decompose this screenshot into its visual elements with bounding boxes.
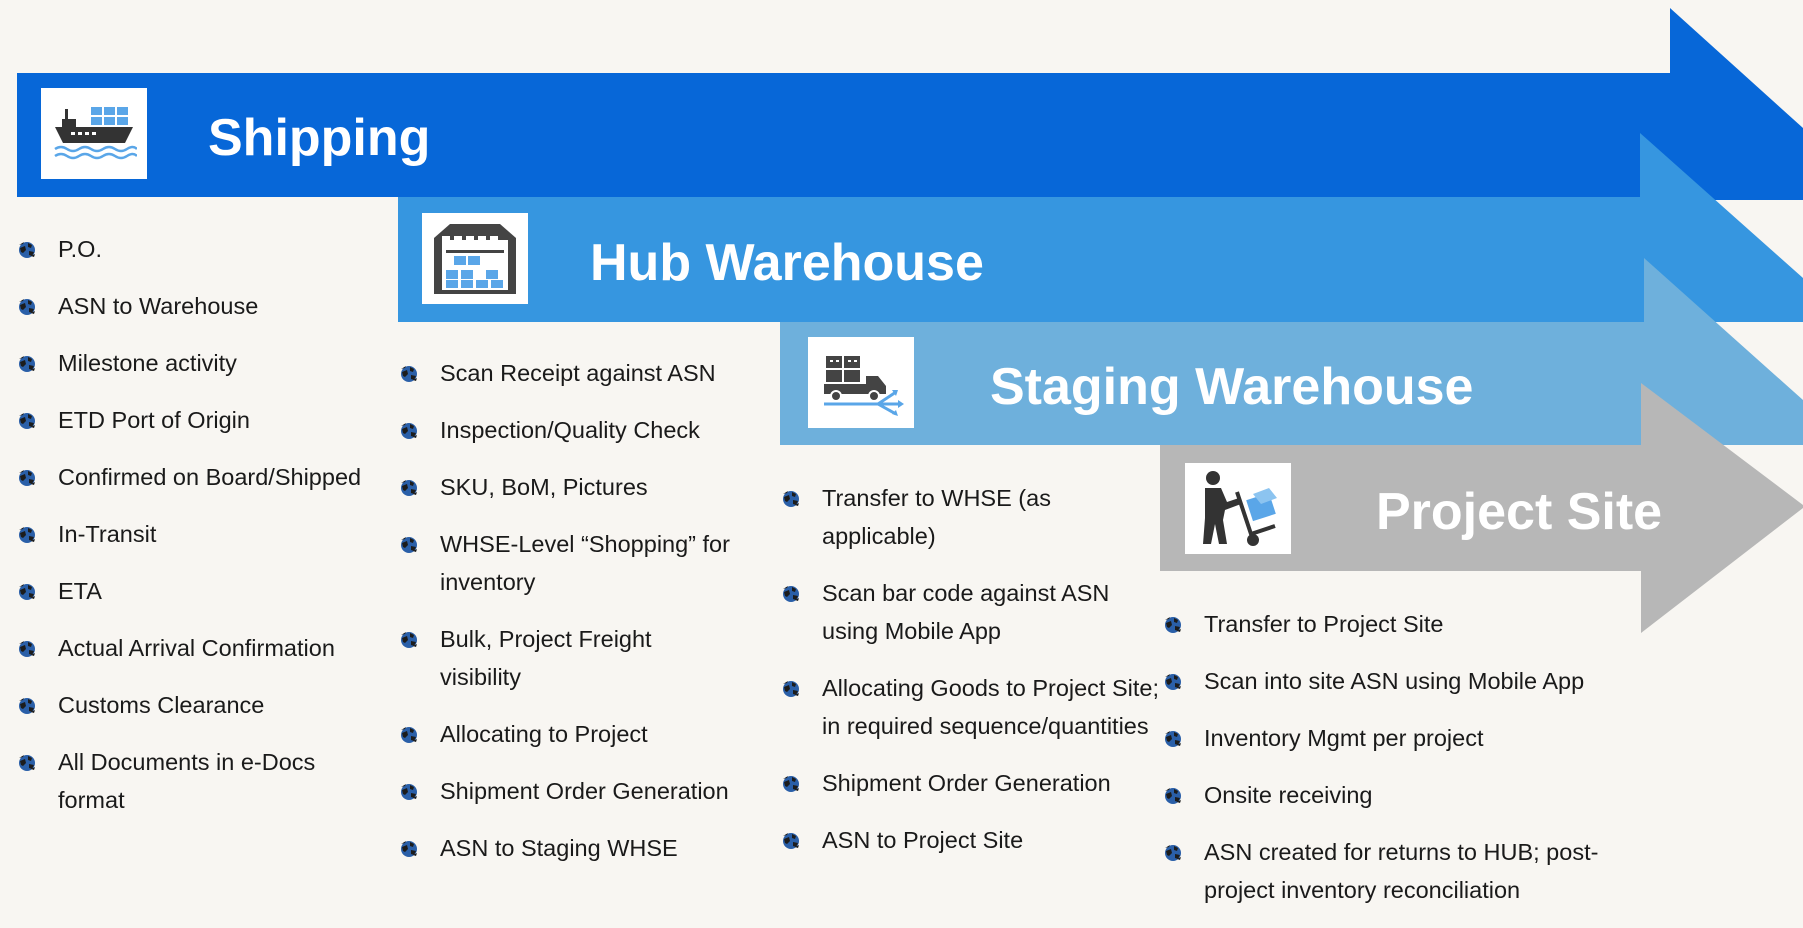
- globe-bullet-icon: [401, 784, 417, 800]
- globe-bullet-icon: [401, 366, 417, 382]
- list-item: Transfer to WHSE (as applicable): [781, 479, 1122, 555]
- hub-warehouse-list: Scan Receipt against ASN Inspection/Qual…: [399, 354, 771, 886]
- list-item: ETD Port of Origin: [17, 401, 387, 439]
- globe-bullet-icon: [19, 584, 35, 600]
- list-item: Shipment Order Generation: [399, 772, 771, 810]
- globe-bullet-icon: [401, 537, 417, 553]
- globe-bullet-icon: [401, 841, 417, 857]
- list-item: Scan bar code against ASN using Mobile A…: [781, 574, 1152, 650]
- staging-icon-box: [808, 337, 914, 428]
- shipping-list: P.O. ASN to Warehouse Milestone activity…: [17, 230, 387, 838]
- globe-bullet-icon: [19, 356, 35, 372]
- shipping-icon-box: [41, 88, 147, 179]
- list-item: SKU, BoM, Pictures: [399, 468, 771, 506]
- list-item: Onsite receiving: [1163, 776, 1683, 814]
- warehouse-icon: [434, 223, 516, 294]
- list-item: Milestone activity: [17, 344, 387, 382]
- globe-bullet-icon: [1165, 731, 1181, 747]
- globe-bullet-icon: [783, 833, 799, 849]
- list-item: ASN created for returns to HUB; post-pro…: [1163, 833, 1634, 909]
- globe-bullet-icon: [19, 755, 35, 771]
- list-item: ETA: [17, 572, 387, 610]
- globe-bullet-icon: [401, 632, 417, 648]
- project-site-list: Transfer to Project Site Scan into site …: [1163, 605, 1683, 928]
- list-item: Confirmed on Board/Shipped: [17, 458, 387, 496]
- globe-bullet-icon: [783, 491, 799, 507]
- shipping-title: Shipping: [208, 109, 431, 167]
- globe-bullet-icon: [1165, 788, 1181, 804]
- globe-bullet-icon: [19, 698, 35, 714]
- list-item: Transfer to Project Site: [1163, 605, 1683, 643]
- globe-bullet-icon: [19, 470, 35, 486]
- globe-bullet-icon: [1165, 617, 1181, 633]
- list-item: Actual Arrival Confirmation: [17, 629, 387, 667]
- shipping-arrow: [17, 8, 1803, 200]
- globe-bullet-icon: [19, 413, 35, 429]
- ship-icon: [54, 106, 137, 159]
- globe-bullet-icon: [783, 681, 799, 697]
- staging-warehouse-list: Transfer to WHSE (as applicable) Scan ba…: [781, 479, 1159, 878]
- list-item: Allocating to Project: [399, 715, 771, 753]
- globe-bullet-icon: [401, 727, 417, 743]
- list-item: In-Transit: [17, 515, 387, 553]
- hand-truck-icon: [1203, 470, 1277, 546]
- globe-bullet-icon: [1165, 674, 1181, 690]
- list-item: Shipment Order Generation: [781, 764, 1141, 802]
- staging-warehouse-title: Staging Warehouse: [990, 358, 1474, 416]
- project-icon-box: [1185, 463, 1291, 554]
- globe-bullet-icon: [19, 299, 35, 315]
- globe-bullet-icon: [401, 480, 417, 496]
- list-item: Scan into site ASN using Mobile App: [1163, 662, 1683, 700]
- list-item: P.O.: [17, 230, 387, 268]
- globe-bullet-icon: [1165, 845, 1181, 861]
- globe-bullet-icon: [19, 527, 35, 543]
- list-item: ASN to Warehouse: [17, 287, 387, 325]
- list-item: ASN to Staging WHSE: [399, 829, 771, 867]
- list-item: Inventory Mgmt per project: [1163, 719, 1683, 757]
- list-item: ASN to Project Site: [781, 821, 1141, 859]
- globe-bullet-icon: [783, 586, 799, 602]
- list-item: Scan Receipt against ASN: [399, 354, 771, 392]
- globe-bullet-icon: [783, 776, 799, 792]
- globe-bullet-icon: [19, 242, 35, 258]
- list-item: Inspection/Quality Check: [399, 411, 771, 449]
- hub-warehouse-title: Hub Warehouse: [590, 234, 984, 292]
- project-site-title: Project Site: [1376, 483, 1663, 541]
- hub-icon-box: [422, 213, 528, 304]
- list-item: All Documents in e-Docs format: [17, 743, 348, 819]
- globe-bullet-icon: [19, 641, 35, 657]
- list-item: Bulk, Project Freight visibility: [399, 620, 730, 696]
- list-item: Allocating Goods to Project Site; in req…: [781, 669, 1162, 745]
- list-item: Customs Clearance: [17, 686, 387, 724]
- delivery-truck-icon: [824, 355, 904, 416]
- globe-bullet-icon: [401, 423, 417, 439]
- list-item: WHSE-Level “Shopping” for inventory: [399, 525, 760, 601]
